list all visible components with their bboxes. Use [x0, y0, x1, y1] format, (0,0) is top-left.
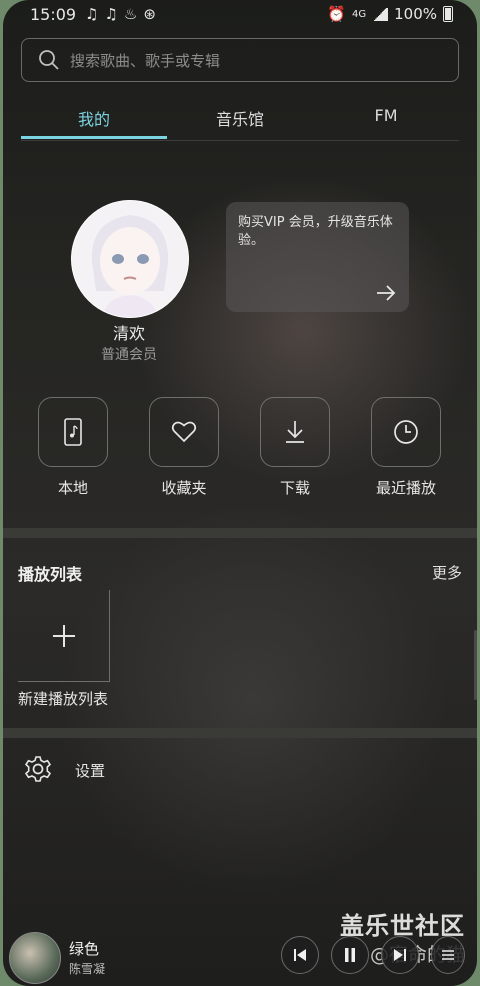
new-playlist-button[interactable]: [18, 590, 110, 682]
previous-button[interactable]: [281, 936, 319, 974]
clock-icon: [394, 420, 418, 444]
vip-promo-card[interactable]: 购买VIP 会员，升级音乐体验。: [226, 202, 409, 312]
quick-action-favorites[interactable]: 收藏夹: [149, 397, 219, 498]
active-tab-indicator: [21, 136, 167, 139]
next-button[interactable]: [381, 936, 419, 974]
section-divider: [3, 728, 477, 738]
membership-level: 普通会员: [101, 347, 157, 363]
battery-icon: [443, 6, 453, 22]
quick-action-recent[interactable]: 最近播放: [371, 397, 441, 498]
tab-fm[interactable]: FM: [313, 106, 459, 125]
section-divider: [3, 528, 477, 538]
status-right: ⏰ 4G 100%: [327, 5, 453, 23]
tab-music-hall[interactable]: 音乐馆: [167, 106, 313, 130]
favorites-label: 收藏夹: [161, 479, 207, 497]
song-artist: 陈雪凝: [69, 962, 106, 976]
playlist-queue-button[interactable]: [431, 936, 465, 974]
signal-icon: [372, 7, 389, 21]
song-title: 绿色: [69, 940, 100, 958]
user-name: 清欢: [112, 324, 145, 343]
tab-mine[interactable]: 我的: [21, 106, 167, 130]
queue-icon: [442, 950, 454, 960]
new-playlist-label: 新建播放列表: [18, 690, 109, 708]
status-time: 15:09: [30, 5, 77, 24]
skip-next-icon: [394, 949, 406, 961]
pause-icon: [345, 948, 355, 962]
settings-label[interactable]: 设置: [75, 760, 105, 781]
skip-previous-icon: [294, 949, 306, 961]
pause-button[interactable]: [331, 936, 369, 974]
battery-percent: 100%: [394, 5, 437, 23]
download-label: 下载: [279, 479, 310, 497]
gear-icon[interactable]: [24, 755, 52, 783]
playlist-more-link[interactable]: 更多: [432, 562, 462, 583]
vip-promo-text: 购买VIP 会员，升级音乐体验。: [238, 215, 393, 248]
local-label: 本地: [57, 479, 88, 497]
local-button[interactable]: [38, 397, 108, 467]
recent-button[interactable]: [371, 397, 441, 467]
download-button[interactable]: [260, 397, 330, 467]
avatar-illustration: [72, 201, 188, 317]
phone-music-icon: [64, 418, 82, 446]
app-screen: 15:09 ♫♫♨⊛ ⏰ 4G 100% 搜索歌曲、歌手或专辑 我的 音乐馆 F…: [3, 0, 477, 986]
favorites-button[interactable]: [149, 397, 219, 467]
heart-icon: [171, 421, 197, 443]
arrow-right-icon: [377, 285, 396, 301]
search-placeholder: 搜索歌曲、歌手或专辑: [70, 51, 221, 70]
album-art[interactable]: [9, 932, 61, 984]
network-type: 4G: [351, 8, 367, 20]
scroll-indicator: [474, 630, 477, 700]
quick-action-local[interactable]: 本地: [38, 397, 108, 498]
mini-player[interactable]: 绿色 陈雪凝: [3, 926, 477, 986]
recent-label: 最近播放: [375, 479, 436, 497]
quick-action-download[interactable]: 下载: [260, 397, 330, 498]
playlist-section-title: 播放列表: [18, 565, 83, 584]
alarm-icon: ⏰: [327, 5, 346, 23]
tab-bar: 我的 音乐馆 FM: [21, 100, 459, 141]
search-icon: [39, 50, 59, 70]
search-bar[interactable]: 搜索歌曲、歌手或专辑: [21, 38, 459, 82]
user-avatar[interactable]: [71, 200, 189, 318]
status-bar: 15:09 ♫♫♨⊛ ⏰ 4G 100%: [3, 0, 477, 28]
download-icon: [286, 421, 304, 443]
notification-icons: ♫♫♨⊛: [85, 5, 162, 23]
plus-icon: [52, 624, 75, 647]
